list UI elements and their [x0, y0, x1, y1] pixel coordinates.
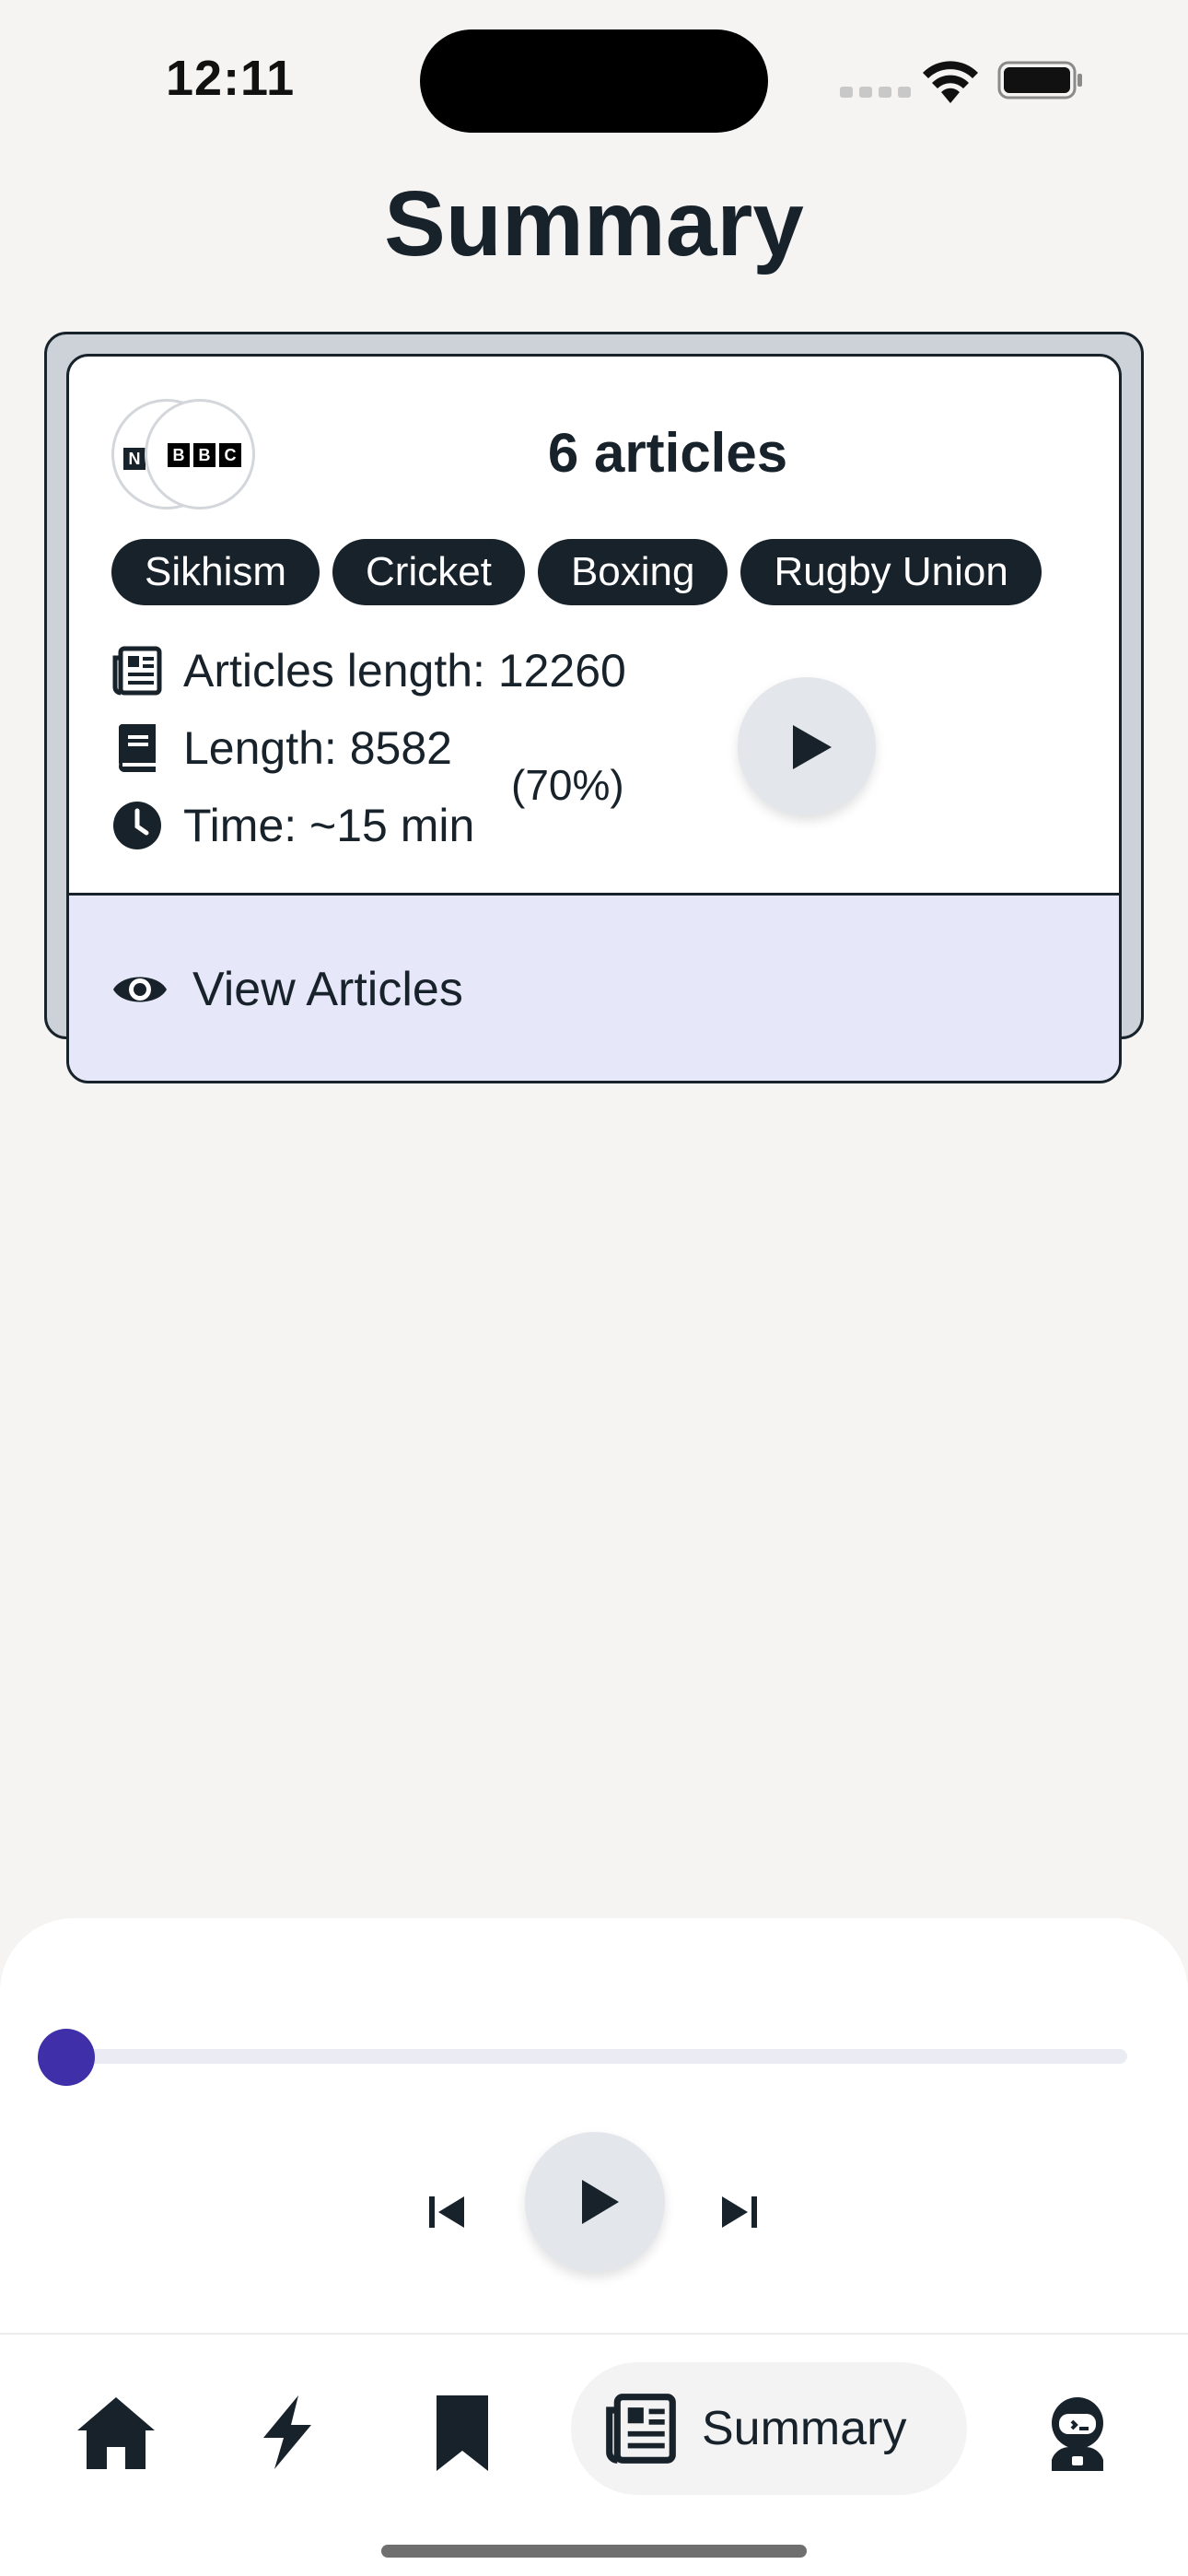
- view-articles-label: View Articles: [192, 963, 463, 1016]
- bbc-letter: B: [193, 443, 215, 467]
- time-text: Time: ~15 min: [183, 800, 475, 851]
- nav-bookmark[interactable]: [420, 2390, 505, 2475]
- n-logo-letter: N: [123, 448, 146, 470]
- length-text: Length: 8582: [183, 722, 452, 774]
- battery-icon: [997, 61, 1082, 100]
- skip-previous-icon[interactable]: [424, 2189, 470, 2235]
- card-title: 6 articles: [547, 422, 788, 484]
- page-title: Summary: [384, 172, 804, 275]
- articles-length-text: Articles length: 12260: [183, 645, 626, 697]
- newspaper-icon: [606, 2394, 676, 2464]
- play-icon: [793, 725, 832, 769]
- audio-player: [0, 1918, 1188, 2333]
- nav-home[interactable]: [74, 2390, 158, 2475]
- articles-length-stat: Articles length: 12260: [111, 644, 626, 697]
- tag-chip[interactable]: Cricket: [332, 539, 525, 605]
- summary-screen: 12:11 Summary N B B C 6 articles Sikhism…: [0, 0, 1188, 2576]
- tag-chip[interactable]: Boxing: [537, 539, 728, 605]
- bolt-icon: [263, 2395, 311, 2469]
- source-logos: N B B C: [111, 399, 259, 513]
- dynamic-island: [420, 29, 768, 133]
- nav-profile[interactable]: [1035, 2390, 1120, 2475]
- newspaper-icon: [112, 646, 162, 696]
- skip-next-icon[interactable]: [716, 2189, 763, 2235]
- clock-icon: [113, 802, 161, 849]
- nav-summary[interactable]: Summary: [571, 2362, 967, 2495]
- bbc-logo: B B C: [168, 443, 241, 467]
- source-logo-bbc: B B C: [145, 399, 255, 509]
- bbc-letter: C: [219, 443, 241, 467]
- bottom-nav: Summary: [0, 2333, 1188, 2576]
- tag-chip[interactable]: Rugby Union: [740, 539, 1042, 605]
- progress-thumb[interactable]: [38, 2029, 95, 2086]
- tag-chip[interactable]: Sikhism: [111, 539, 320, 605]
- bbc-letter: B: [168, 443, 190, 467]
- status-time: 12:11: [166, 51, 296, 106]
- nav-bolt[interactable]: [245, 2390, 330, 2475]
- percent-text: (70%): [511, 761, 624, 809]
- robot-icon: [1052, 2397, 1103, 2471]
- bookmark-icon: [437, 2395, 488, 2471]
- home-icon: [77, 2397, 155, 2469]
- topic-tags: Sikhism Cricket Boxing Rugby Union: [111, 539, 1042, 605]
- length-stat: Length: 8582: [111, 721, 452, 775]
- wifi-icon: [923, 61, 978, 103]
- cellular-signal-icon: [840, 87, 911, 98]
- play-icon: [582, 2180, 619, 2224]
- eye-icon: [113, 977, 167, 1002]
- view-articles-button[interactable]: View Articles: [69, 893, 1119, 1081]
- home-indicator: [381, 2545, 807, 2558]
- card-play-button[interactable]: [738, 677, 876, 815]
- nav-summary-label: Summary: [702, 2402, 907, 2455]
- player-play-button[interactable]: [525, 2132, 665, 2272]
- time-stat: Time: ~15 min: [111, 799, 474, 852]
- progress-track[interactable]: [66, 2049, 1127, 2064]
- summary-card: N B B C 6 articles Sikhism Cricket Boxin…: [66, 354, 1122, 1083]
- book-icon: [119, 724, 156, 772]
